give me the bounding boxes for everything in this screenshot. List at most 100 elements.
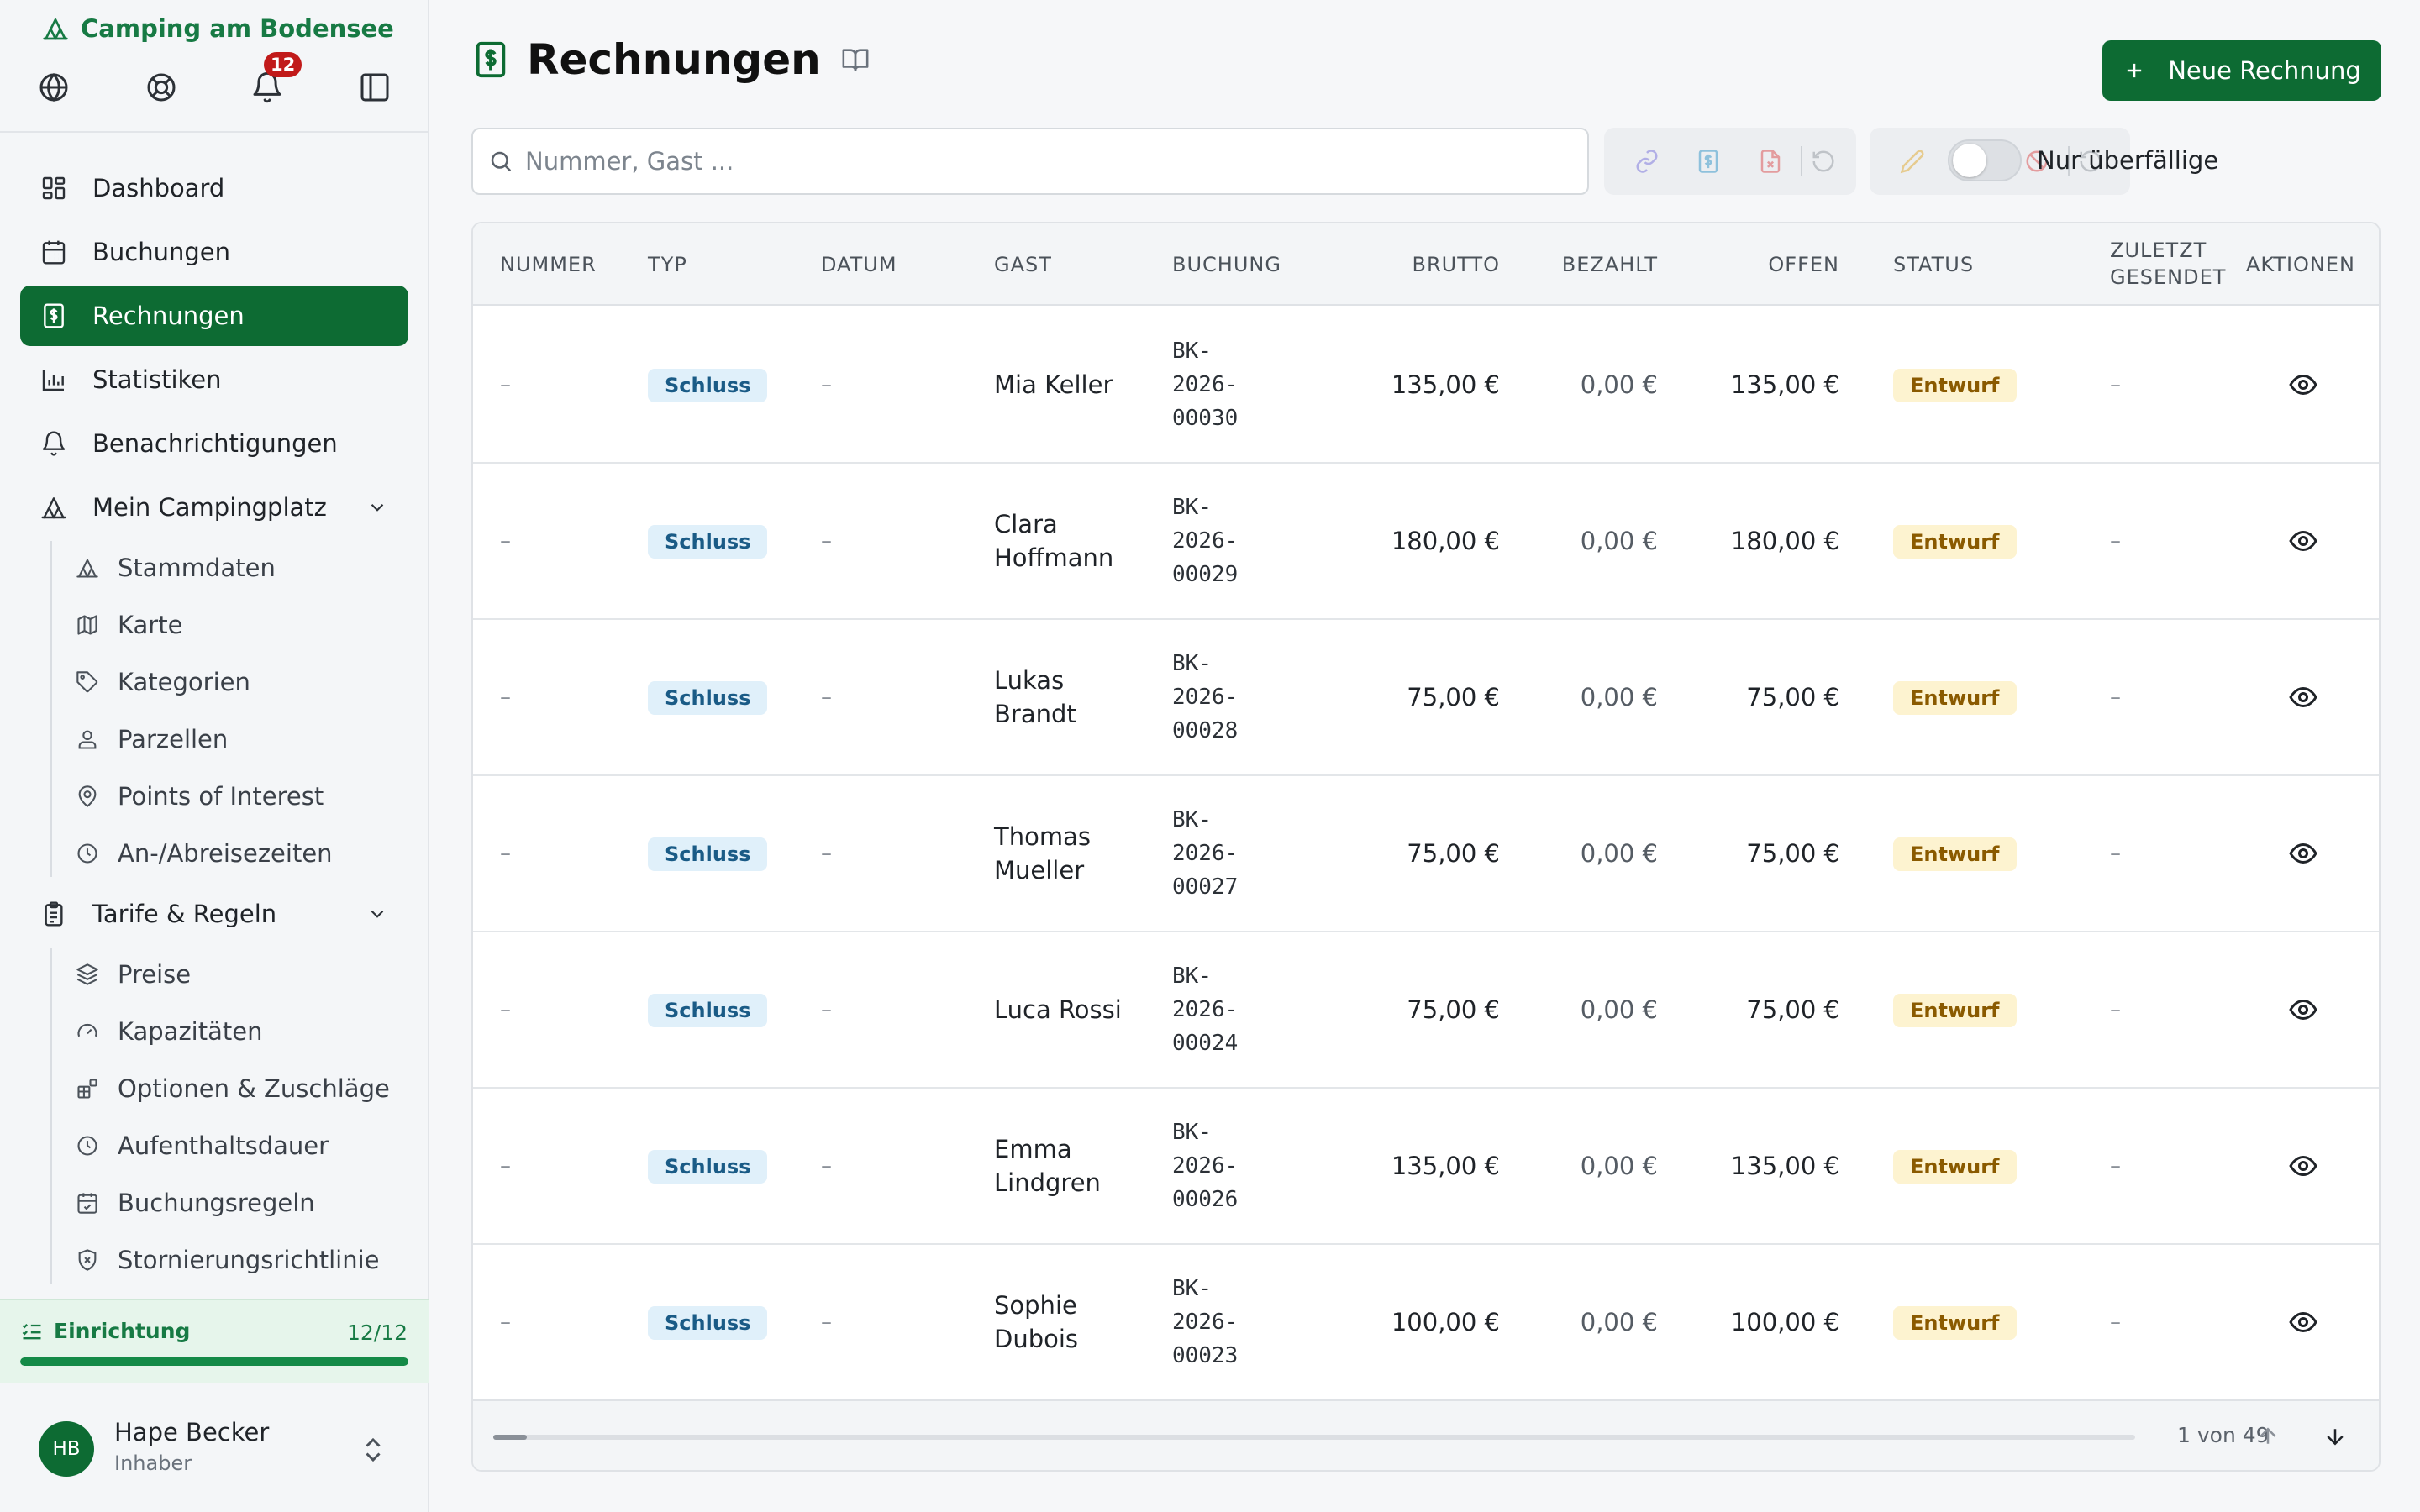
cell-buchung-line1[interactable]: BK- <box>1172 803 1212 837</box>
setup-progress[interactable]: Einrichtung 12/12 <box>0 1299 429 1383</box>
search-box[interactable] <box>471 128 1589 195</box>
column-header-status[interactable]: STATUS <box>1893 251 1974 278</box>
cell-buchung-line3[interactable]: 00030 <box>1172 402 1238 435</box>
sidebar-item-buchungen[interactable]: Buchungen <box>20 222 408 282</box>
cell-buchung-line1[interactable]: BK- <box>1172 334 1212 368</box>
cell-buchung-line3[interactable]: 00024 <box>1172 1026 1238 1060</box>
cell-nummer: – <box>500 841 511 866</box>
table-row[interactable]: – Schluss – Sophie Dubois BK- 2026- 00023 100,00… <box>473 1245 2379 1401</box>
cell-offen: 75,00 € <box>1746 839 1839 868</box>
cell-brutto: 135,00 € <box>1391 1152 1500 1180</box>
sidebar-subitem-kategorien[interactable]: Kategorien <box>67 659 403 706</box>
column-header-typ[interactable]: TYP <box>648 251 687 278</box>
cell-buchung-line2[interactable]: 2026- <box>1172 993 1238 1026</box>
column-header-offen[interactable]: OFFEN <box>1671 251 1839 278</box>
status-badge: Entwurf <box>1893 681 2017 715</box>
sidebar-item-mein-campingplatz[interactable]: Mein Campingplatz <box>20 477 408 538</box>
cell-buchung-line3[interactable]: 00026 <box>1172 1183 1238 1216</box>
cell-buchung-line3[interactable]: 00029 <box>1172 558 1238 591</box>
brand[interactable]: Camping am Bodensee <box>42 13 394 44</box>
cell-buchung-line3[interactable]: 00028 <box>1172 714 1238 748</box>
user-name: Hape Becker <box>114 1418 270 1446</box>
status-badge: Entwurf <box>1893 369 2017 402</box>
table-row[interactable]: – Schluss – Thomas Mueller BK- 2026- 00027 75,00… <box>473 776 2379 932</box>
sidebar-subitem-an-abreisezeiten[interactable]: An-/Abreisezeiten <box>67 830 403 877</box>
user-menu[interactable]: HB Hape Becker Inhaber <box>0 1384 429 1512</box>
cancel-invoice-button[interactable] <box>1739 128 1801 195</box>
search-input[interactable] <box>525 147 1534 176</box>
new-invoice-button[interactable]: Neue Rechnung <box>2102 40 2381 101</box>
cell-buchung-line1[interactable]: BK- <box>1172 647 1212 680</box>
cell-buchung-line2[interactable]: 2026- <box>1172 524 1238 558</box>
toggle-sidebar-button[interactable] <box>353 66 397 109</box>
table-row[interactable]: – Schluss – Clara Hoffmann BK- 2026- 00029 180,0… <box>473 464 2379 620</box>
cell-buchung-line1[interactable]: BK- <box>1172 1116 1212 1149</box>
sidebar-subitem-optionen[interactable]: Optionen & Zuschläge <box>67 1065 403 1112</box>
sidebar-subitem-karte[interactable]: Karte <box>67 601 403 648</box>
type-badge: Schluss <box>648 1150 768 1184</box>
column-header-gast[interactable]: GAST <box>994 251 1052 278</box>
sidebar-item-dashboard[interactable]: Dashboard <box>20 158 408 218</box>
sidebar-subitem-kapazitaeten[interactable]: Kapazitäten <box>67 1008 403 1055</box>
cell-buchung-line3[interactable]: 00027 <box>1172 870 1238 904</box>
sidebar-item-rechnungen[interactable]: Rechnungen <box>20 286 408 346</box>
book-open-icon[interactable] <box>841 45 870 74</box>
view-invoice-button[interactable] <box>2288 526 2318 556</box>
user-pin-icon <box>78 730 97 749</box>
cell-brutto: 75,00 € <box>1407 995 1500 1024</box>
sidebar-subitem-stornierungsrichtlinie[interactable]: Stornierungsrichtlinie <box>67 1236 403 1284</box>
table-row[interactable]: – Schluss – Luca Rossi BK- 2026- 00024 75,00 € 0… <box>473 932 2379 1089</box>
overdue-filter[interactable]: Nur überfällige <box>1948 139 2218 181</box>
cell-buchung-line2[interactable]: 2026- <box>1172 368 1238 402</box>
edit-button[interactable] <box>1881 128 1944 195</box>
column-header-bezahlt[interactable]: BEZAHLT <box>1490 251 1658 278</box>
view-invoice-button[interactable] <box>2288 1151 2318 1181</box>
sidebar-subitem-aufenthaltsdauer[interactable]: Aufenthaltsdauer <box>67 1122 403 1169</box>
view-invoice-button[interactable] <box>2288 838 2318 869</box>
sidebar-subitem-buchungsregeln[interactable]: Buchungsregeln <box>67 1179 403 1226</box>
cell-buchung-line2[interactable]: 2026- <box>1172 680 1238 714</box>
invoice-button[interactable] <box>1677 128 1739 195</box>
sidebar-subitem-stammdaten[interactable]: Stammdaten <box>67 544 403 591</box>
column-header-buchung[interactable]: BUCHUNG <box>1172 251 1281 278</box>
sidebar-subitem-parzellen[interactable]: Parzellen <box>67 716 403 763</box>
next-page-button[interactable] <box>2318 1420 2352 1453</box>
cell-buchung-line1[interactable]: BK- <box>1172 959 1212 993</box>
help-button[interactable] <box>139 66 183 109</box>
cell-offen: 135,00 € <box>1730 1152 1839 1180</box>
view-invoice-button[interactable] <box>2288 682 2318 712</box>
link-button[interactable] <box>1616 128 1677 195</box>
cell-brutto: 75,00 € <box>1407 683 1500 711</box>
view-invoice-button[interactable] <box>2288 995 2318 1025</box>
arrow-down-icon <box>2327 1429 2344 1446</box>
status-badge: Entwurf <box>1893 994 2017 1027</box>
cell-buchung-line2[interactable]: 2026- <box>1172 1149 1238 1183</box>
sidebar-item-tarife-regeln[interactable]: Tarife & Regeln <box>20 884 408 944</box>
cell-gast-line1: Emma <box>994 1135 1072 1163</box>
view-invoice-button[interactable] <box>2288 370 2318 400</box>
table-row[interactable]: – Schluss – Mia Keller BK- 2026- 00030 135,00 €… <box>473 307 2379 464</box>
cell-buchung-line2[interactable]: 2026- <box>1172 1305 1238 1339</box>
view-invoice-button[interactable] <box>2288 1307 2318 1337</box>
sidebar-item-benachrichtigungen[interactable]: Benachrichtigungen <box>20 413 408 474</box>
table-row[interactable]: – Schluss – Emma Lindgren BK- 2026- 00026 135,00… <box>473 1089 2379 1245</box>
sidebar-subitem-points-of-interest[interactable]: Points of Interest <box>67 773 403 820</box>
table-row[interactable]: – Schluss – Lukas Brandt BK- 2026- 00028 75,00 €… <box>473 620 2379 776</box>
column-header-zuletzt[interactable]: ZULETZT <box>2110 237 2207 264</box>
previous-page-button[interactable] <box>2251 1420 2285 1453</box>
horizontal-scrollbar[interactable] <box>493 1435 2135 1440</box>
cell-buchung-line1[interactable]: BK- <box>1172 1272 1212 1305</box>
sidebar-subitem-preise[interactable]: Preise <box>67 951 403 998</box>
overdue-toggle[interactable] <box>1948 139 2022 181</box>
cell-buchung-line3[interactable]: 00023 <box>1172 1339 1238 1373</box>
setup-label-wrap: Einrichtung <box>20 1319 190 1343</box>
sidebar-item-statistiken[interactable]: Statistiken <box>20 349 408 410</box>
cell-buchung-line1[interactable]: BK- <box>1172 491 1212 524</box>
undo-button[interactable] <box>1802 128 1844 195</box>
language-button[interactable] <box>32 66 76 109</box>
column-header-datum[interactable]: DATUM <box>821 251 897 278</box>
cell-buchung-line2[interactable]: 2026- <box>1172 837 1238 870</box>
column-header-brutto[interactable]: BRUTTO <box>1332 251 1500 278</box>
column-header-nummer[interactable]: NUMMER <box>500 251 597 278</box>
scrollbar-thumb[interactable] <box>493 1435 527 1440</box>
